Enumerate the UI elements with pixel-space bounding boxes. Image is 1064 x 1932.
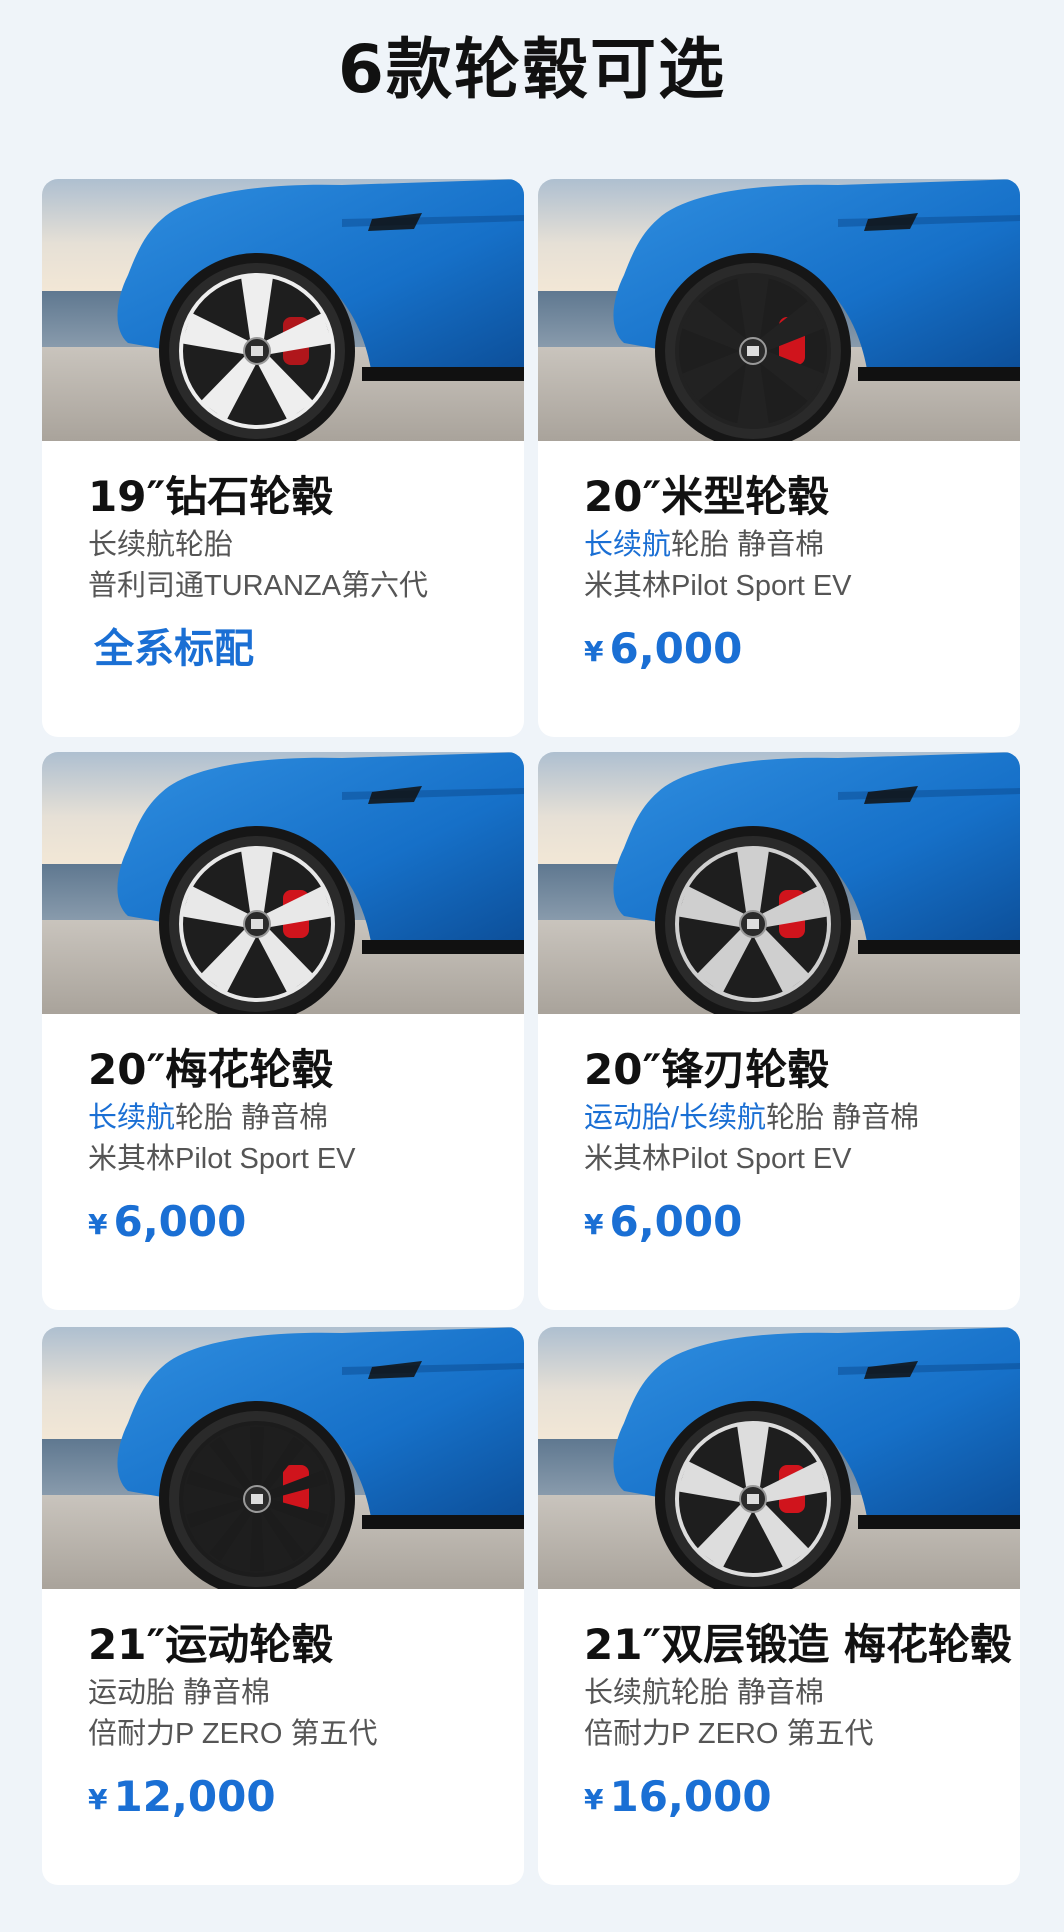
wheel-name: 21″运动轮毂 [88, 1620, 334, 1669]
car-wheel-photo [42, 1327, 524, 1589]
car-wheel-photo [42, 752, 524, 1014]
wheel-price: ¥6,000 [88, 1194, 514, 1253]
tire-spec: 轮胎 静音棉 [766, 1102, 920, 1134]
wheel-name: 19″钻石轮毂 [88, 472, 334, 521]
currency-symbol: ¥ [584, 1208, 604, 1241]
tire-spec-line: 长续航轮胎 静音棉 [584, 525, 1010, 566]
car-wheel-photo [538, 179, 1020, 441]
currency-symbol: ¥ [584, 1783, 604, 1816]
price-amount: 16,000 [609, 1772, 772, 1821]
price-amount: 12,000 [113, 1772, 276, 1821]
tire-brand-line: 倍耐力P ZERO 第五代 [88, 1718, 378, 1750]
tire-highlight: 长续航 [584, 529, 672, 561]
price-amount: 6,000 [609, 1197, 743, 1246]
wheel-name: 21″双层锻造 梅花轮毂 [584, 1620, 1012, 1669]
page-title: 6款轮毂可选 [338, 31, 726, 108]
tire-brand-line: 普利司通TURANZA第六代 [88, 570, 428, 602]
car-wheel-image [538, 752, 1020, 1014]
wheel-card-5[interactable]: 21″运动轮毂 运动胎 静音棉 倍耐力P ZERO 第五代 ¥12,000 [42, 1327, 524, 1885]
currency-symbol: ¥ [584, 635, 604, 668]
wheel-name: 20″锋刃轮毂 [584, 1045, 830, 1094]
wheel-info: 19″钻石轮毂 长续航轮胎 普利司通TURANZA第六代 全系标配 [88, 469, 514, 679]
price-amount: 6,000 [113, 1197, 247, 1246]
car-wheel-image [42, 1327, 524, 1589]
tire-brand-line: 米其林Pilot Sport EV [584, 1143, 852, 1175]
tire-spec-line: 长续航轮胎 静音棉 [88, 1098, 514, 1139]
tire-highlight: 长续航 [88, 1102, 176, 1134]
tire-spec: 轮胎 静音棉 [671, 529, 825, 561]
tire-spec: 长续航轮胎 静音棉 [584, 1677, 825, 1709]
wheel-info: 20″米型轮毂 长续航轮胎 静音棉 米其林Pilot Sport EV ¥6,0… [584, 469, 1010, 680]
wheel-price: 全系标配 [88, 621, 514, 679]
tire-spec: 长续航轮胎 [88, 529, 234, 561]
wheel-card-1[interactable]: 19″钻石轮毂 长续航轮胎 普利司通TURANZA第六代 全系标配 [42, 179, 524, 737]
car-wheel-image [538, 179, 1020, 441]
tire-spec: 运动胎 静音棉 [88, 1677, 271, 1709]
car-wheel-photo [538, 752, 1020, 1014]
wheel-card-2[interactable]: 20″米型轮毂 长续航轮胎 静音棉 米其林Pilot Sport EV ¥6,0… [538, 179, 1020, 737]
wheel-price: ¥6,000 [584, 1194, 1010, 1253]
wheel-info: 21″运动轮毂 运动胎 静音棉 倍耐力P ZERO 第五代 ¥12,000 [88, 1617, 514, 1828]
car-wheel-image [538, 1327, 1020, 1589]
car-wheel-image [42, 752, 524, 1014]
tire-spec-line: 长续航轮胎 静音棉 [584, 1673, 1010, 1714]
tire-brand-line: 倍耐力P ZERO 第五代 [584, 1718, 874, 1750]
tire-spec: 轮胎 静音棉 [175, 1102, 329, 1134]
wheel-price: ¥6,000 [584, 621, 1010, 680]
tire-spec-line: 长续航轮胎 [88, 525, 514, 566]
wheel-card-3[interactable]: 20″梅花轮毂 长续航轮胎 静音棉 米其林Pilot Sport EV ¥6,0… [42, 752, 524, 1310]
car-wheel-photo [538, 1327, 1020, 1589]
currency-symbol: ¥ [88, 1208, 108, 1241]
car-wheel-photo [42, 179, 524, 441]
wheel-name: 20″米型轮毂 [584, 472, 830, 521]
wheel-info: 20″锋刃轮毂 运动胎/长续航轮胎 静音棉 米其林Pilot Sport EV … [584, 1042, 1010, 1253]
wheel-info: 21″双层锻造 梅花轮毂 长续航轮胎 静音棉 倍耐力P ZERO 第五代 ¥16… [584, 1617, 1012, 1828]
tire-spec-line: 运动胎/长续航轮胎 静音棉 [584, 1098, 1010, 1139]
wheel-info: 20″梅花轮毂 长续航轮胎 静音棉 米其林Pilot Sport EV ¥6,0… [88, 1042, 514, 1253]
wheel-card-4[interactable]: 20″锋刃轮毂 运动胎/长续航轮胎 静音棉 米其林Pilot Sport EV … [538, 752, 1020, 1310]
tire-spec-line: 运动胎 静音棉 [88, 1673, 514, 1714]
wheel-card-6[interactable]: 21″双层锻造 梅花轮毂 长续航轮胎 静音棉 倍耐力P ZERO 第五代 ¥16… [538, 1327, 1020, 1885]
currency-symbol: ¥ [88, 1783, 108, 1816]
tire-brand-line: 米其林Pilot Sport EV [88, 1143, 356, 1175]
wheel-name: 20″梅花轮毂 [88, 1045, 334, 1094]
price-amount: 6,000 [609, 624, 743, 673]
tire-brand-line: 米其林Pilot Sport EV [584, 570, 852, 602]
wheel-price: ¥16,000 [584, 1769, 1010, 1828]
price-amount: 全系标配 [94, 626, 254, 672]
car-wheel-image [42, 179, 524, 441]
wheel-price: ¥12,000 [88, 1769, 514, 1828]
tire-highlight: 运动胎/长续航 [584, 1102, 767, 1134]
wheel-options-page: 6款轮毂可选 19″钻石轮毂 长续航轮胎 普利司通TURANZA第六代 全系标配… [0, 0, 1064, 1932]
